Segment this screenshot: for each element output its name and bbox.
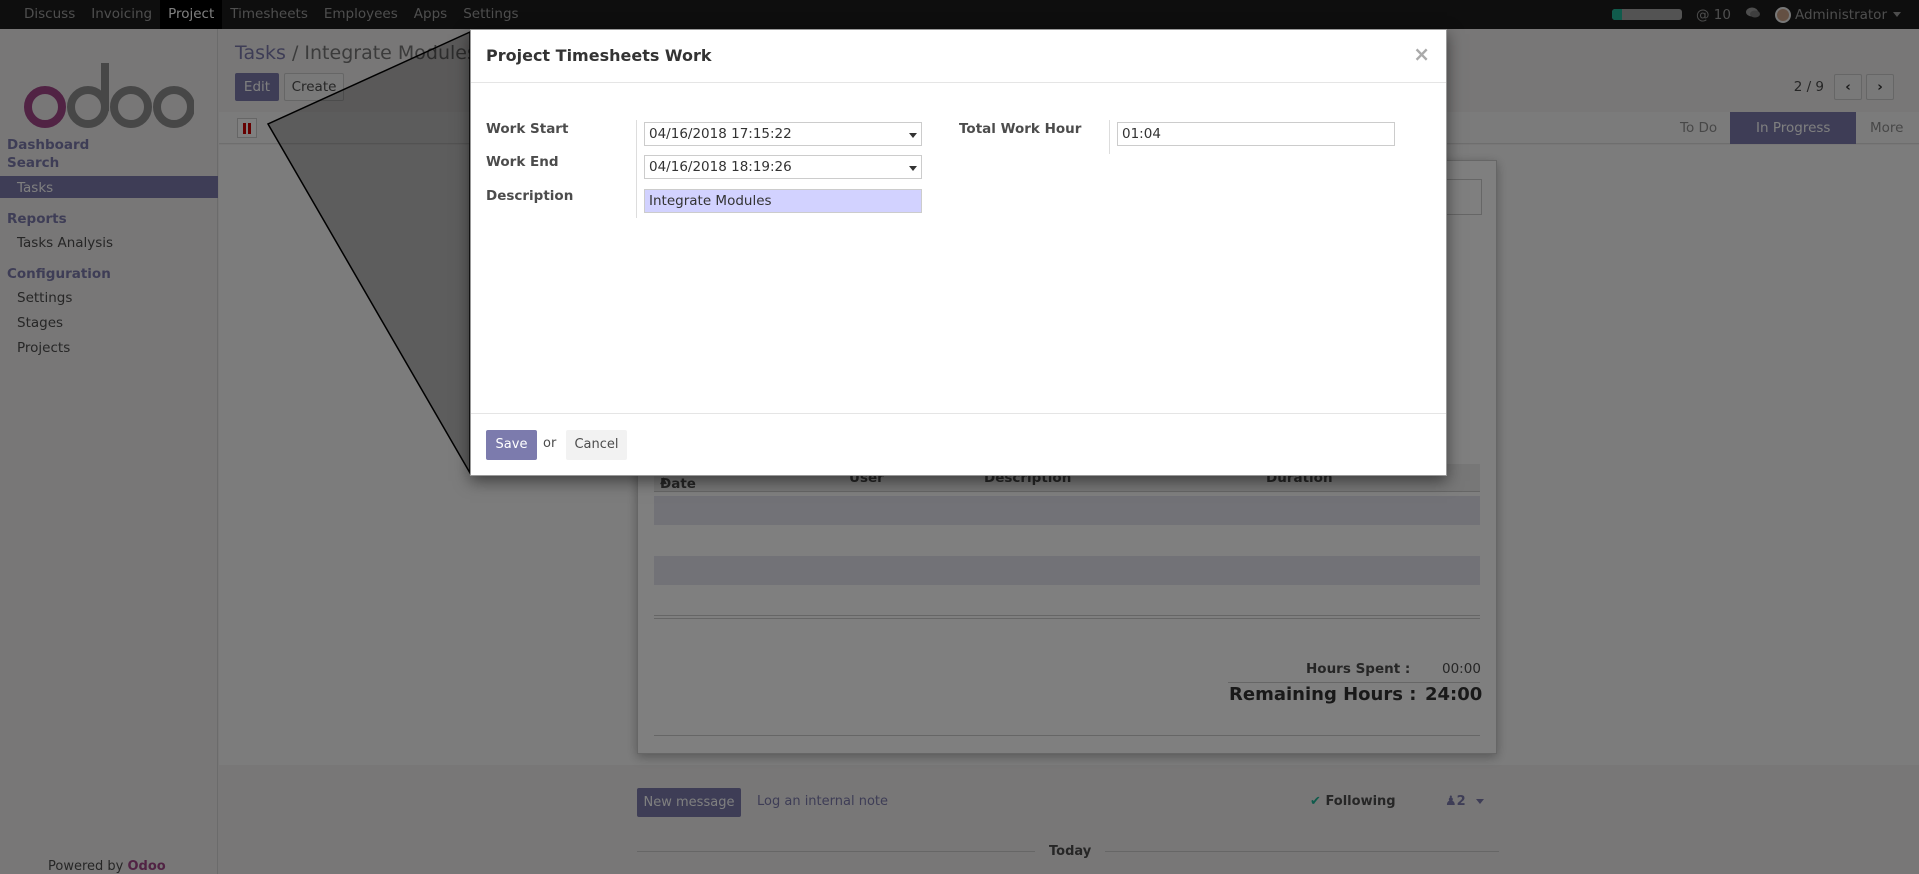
save-button[interactable]: Save [486,430,537,460]
close-icon[interactable]: × [1413,42,1430,66]
label-separator [636,120,637,218]
cancel-button[interactable]: Cancel [566,430,627,460]
work-start-value: 04/16/2018 17:15:22 [649,126,792,142]
work-start-field[interactable]: 04/16/2018 17:15:22 [644,122,922,146]
work-start-label: Work Start [486,121,569,137]
dialog-header: Project Timesheets Work × [471,30,1446,83]
or-label: or [543,436,557,451]
work-end-value: 04/16/2018 18:19:26 [649,159,792,175]
total-work-hour-label: Total Work Hour [959,121,1082,137]
work-end-label: Work End [486,154,559,170]
chevron-down-icon[interactable] [909,133,917,138]
timesheet-dialog: Project Timesheets Work × Work Start Wor… [470,29,1447,476]
dialog-title: Project Timesheets Work [486,46,712,65]
description-value: Integrate Modules [649,193,772,209]
description-label: Description [486,188,574,204]
work-end-field[interactable]: 04/16/2018 18:19:26 [644,155,922,179]
dialog-footer: Save or Cancel [471,413,1446,476]
total-work-hour-field[interactable]: 01:04 [1117,122,1395,146]
description-field[interactable]: Integrate Modules [644,189,922,213]
label-separator-right [1109,120,1110,154]
chevron-down-icon[interactable] [909,166,917,171]
